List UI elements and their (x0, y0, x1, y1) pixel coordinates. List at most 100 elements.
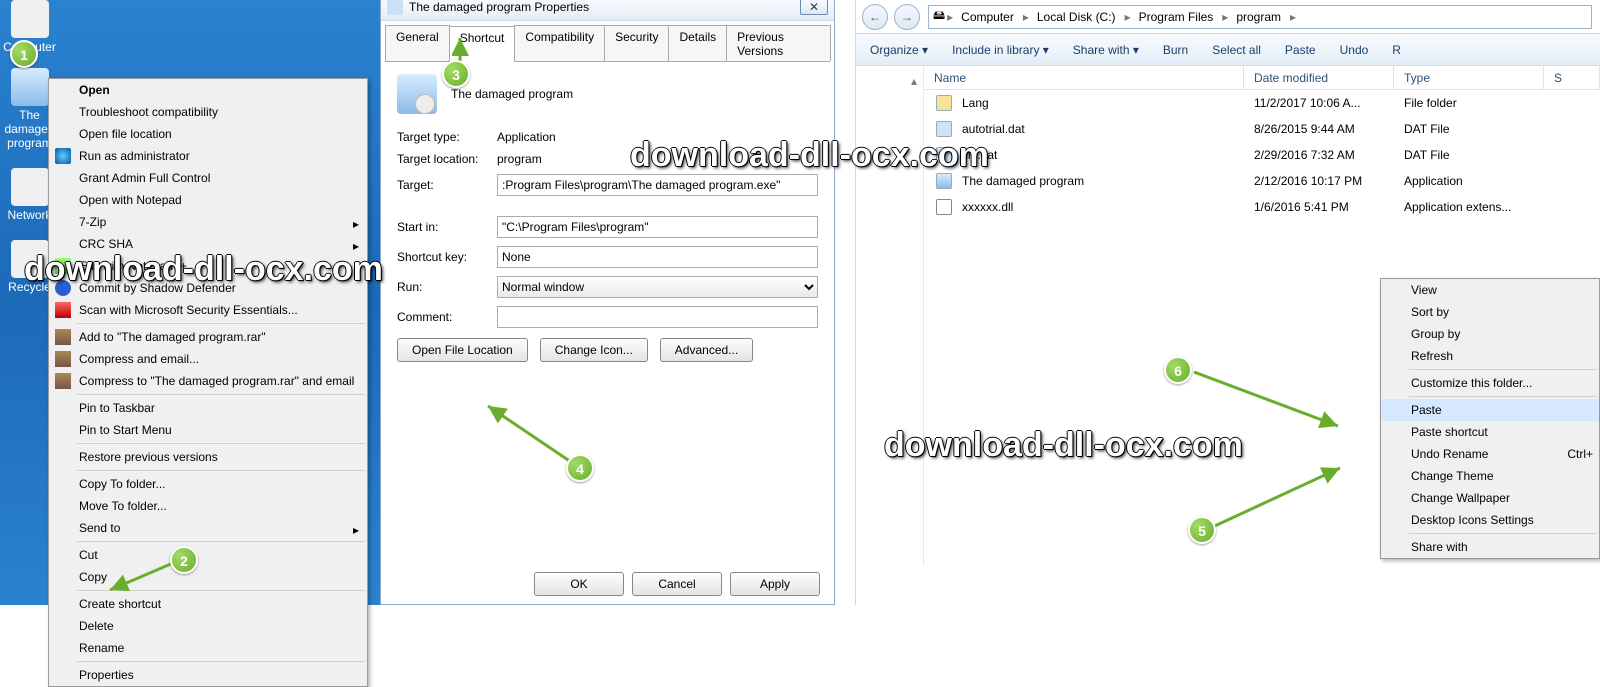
chevron-right-icon: ▸ (353, 217, 359, 231)
crumb-local-disk[interactable]: Local Disk (C:) (1031, 10, 1123, 24)
burn-button[interactable]: Burn (1163, 43, 1188, 57)
share-with-button[interactable]: Share with ▾ (1073, 43, 1139, 57)
back-button[interactable]: ← (862, 4, 888, 30)
forward-button[interactable]: → (894, 4, 920, 30)
ctx-run-admin[interactable]: Run as administrator (49, 145, 367, 167)
close-button[interactable]: ✕ (800, 0, 828, 15)
apply-button[interactable]: Apply (730, 572, 820, 596)
ctx-delete[interactable]: Delete (49, 615, 367, 637)
ctx-scan-mse[interactable]: Scan with Microsoft Security Essentials.… (49, 299, 367, 321)
drive-icon: 🖴 (933, 6, 945, 27)
target-input[interactable] (497, 174, 818, 196)
ctx-compress-email[interactable]: Compress and email... (49, 348, 367, 370)
ctx-pin-start[interactable]: Pin to Start Menu (49, 419, 367, 441)
tree-expand-icon[interactable]: ▴ (856, 74, 923, 88)
col-size[interactable]: S (1544, 66, 1600, 89)
annotation-badge-2: 2 (170, 546, 198, 574)
ctx-cut[interactable]: Cut (49, 544, 367, 566)
ctx-change-theme[interactable]: Change Theme (1381, 465, 1599, 487)
titlebar[interactable]: The damaged program Properties ✕ (381, 0, 834, 21)
ctx-open[interactable]: Open (49, 79, 367, 101)
cancel-button[interactable]: Cancel (632, 572, 722, 596)
file-row[interactable]: file.dat2/29/2016 7:32 AMDAT File (924, 142, 1600, 168)
lbl-comment: Comment: (397, 310, 497, 324)
tab-compatibility[interactable]: Compatibility (514, 25, 605, 61)
file-row[interactable]: The damaged program2/12/2016 10:17 PMApp… (924, 168, 1600, 194)
ctx-copy-to[interactable]: Copy To folder... (49, 473, 367, 495)
desktop-context-menu: Open Troubleshoot compatibility Open fil… (48, 78, 368, 687)
desktop[interactable]: Computer The damaged program Network Rec… (0, 0, 380, 605)
tab-details[interactable]: Details (668, 25, 727, 61)
annotation-arrow (1200, 460, 1350, 540)
ctx-add-rar[interactable]: Add to "The damaged program.rar" (49, 326, 367, 348)
column-headers[interactable]: Name Date modified Type S (924, 66, 1600, 90)
ctx-send-to[interactable]: Send to▸ (49, 517, 367, 539)
tab-previous-versions[interactable]: Previous Versions (726, 25, 831, 61)
network-icon (11, 168, 49, 206)
annotation-badge-6: 6 (1164, 356, 1192, 384)
ctx-open-notepad[interactable]: Open with Notepad (49, 189, 367, 211)
ctx-change-wallpaper[interactable]: Change Wallpaper (1381, 487, 1599, 509)
start-in-input[interactable] (497, 216, 818, 238)
ctx-sort[interactable]: Sort by (1381, 301, 1599, 323)
tab-general[interactable]: General (385, 25, 450, 61)
crumb-program-files[interactable]: Program Files (1133, 10, 1221, 24)
ctx-compress-rar-email[interactable]: Compress to "The damaged program.rar" an… (49, 370, 367, 392)
breadcrumb[interactable]: 🖴▸ Computer▸ Local Disk (C:)▸ Program Fi… (928, 5, 1592, 29)
lbl-target: Target: (397, 178, 497, 192)
ctx-move-to[interactable]: Move To folder... (49, 495, 367, 517)
comment-input[interactable] (497, 306, 818, 328)
select-all-button[interactable]: Select all (1212, 43, 1261, 57)
ctx-undo-rename[interactable]: Undo RenameCtrl+ (1381, 443, 1599, 465)
include-library-button[interactable]: Include in library ▾ (952, 43, 1049, 57)
ctx-7zip[interactable]: 7-Zip▸ (49, 211, 367, 233)
col-name[interactable]: Name (924, 66, 1244, 89)
change-icon-button[interactable]: Change Icon... (540, 338, 648, 362)
shortcut-key-input[interactable] (497, 246, 818, 268)
watermark: download-dll-ocx.com (884, 426, 1243, 465)
ctx-properties[interactable]: Properties (49, 664, 367, 686)
ctx-create-shortcut[interactable]: Create shortcut (49, 593, 367, 615)
undo-button[interactable]: Undo (1340, 43, 1369, 57)
crumb-computer[interactable]: Computer (955, 10, 1021, 24)
crumb-program[interactable]: program (1230, 10, 1288, 24)
file-row[interactable]: Lang11/2/2017 10:06 A...File folder (924, 90, 1600, 116)
icon-label: Network (7, 208, 51, 222)
ctx-share-with[interactable]: Share with (1381, 536, 1599, 558)
ok-button[interactable]: OK (534, 572, 624, 596)
ctx-view[interactable]: View (1381, 279, 1599, 301)
run-select[interactable]: Normal window (497, 276, 818, 298)
tab-security[interactable]: Security (604, 25, 669, 61)
properties-dialog: The damaged program Properties ✕ General… (380, 0, 835, 605)
toolbar-r[interactable]: R (1392, 43, 1401, 57)
ctx-rename[interactable]: Rename (49, 637, 367, 659)
ctx-paste[interactable]: Paste (1381, 399, 1599, 421)
organize-button[interactable]: Organize ▾ (870, 43, 928, 57)
col-type[interactable]: Type (1394, 66, 1544, 89)
ctx-open-location[interactable]: Open file location (49, 123, 367, 145)
rar-icon (55, 373, 71, 389)
file-row[interactable]: autotrial.dat8/26/2015 9:44 AMDAT File (924, 116, 1600, 142)
paste-button[interactable]: Paste (1285, 43, 1316, 57)
separator (77, 541, 365, 542)
separator (1409, 396, 1597, 397)
lbl-start-in: Start in: (397, 220, 497, 234)
file-row[interactable]: xxxxxx.dll1/6/2016 5:41 PMApplication ex… (924, 194, 1600, 220)
col-date[interactable]: Date modified (1244, 66, 1394, 89)
advanced-button[interactable]: Advanced... (660, 338, 753, 362)
open-file-location-button[interactable]: Open File Location (397, 338, 528, 362)
ctx-desktop-icons[interactable]: Desktop Icons Settings (1381, 509, 1599, 531)
chevron-right-icon: ▸ (353, 523, 359, 537)
ctx-customize[interactable]: Customize this folder... (1381, 372, 1599, 394)
ctx-pin-taskbar[interactable]: Pin to Taskbar (49, 397, 367, 419)
ctx-restore-prev[interactable]: Restore previous versions (49, 446, 367, 468)
ctx-group[interactable]: Group by (1381, 323, 1599, 345)
ctx-paste-shortcut[interactable]: Paste shortcut (1381, 421, 1599, 443)
annotation-badge-4: 4 (566, 454, 594, 482)
separator (77, 661, 365, 662)
ctx-refresh[interactable]: Refresh (1381, 345, 1599, 367)
ctx-grant-admin[interactable]: Grant Admin Full Control (49, 167, 367, 189)
ctx-copy[interactable]: Copy (49, 566, 367, 588)
ctx-troubleshoot[interactable]: Troubleshoot compatibility (49, 101, 367, 123)
app-icon (11, 68, 49, 106)
